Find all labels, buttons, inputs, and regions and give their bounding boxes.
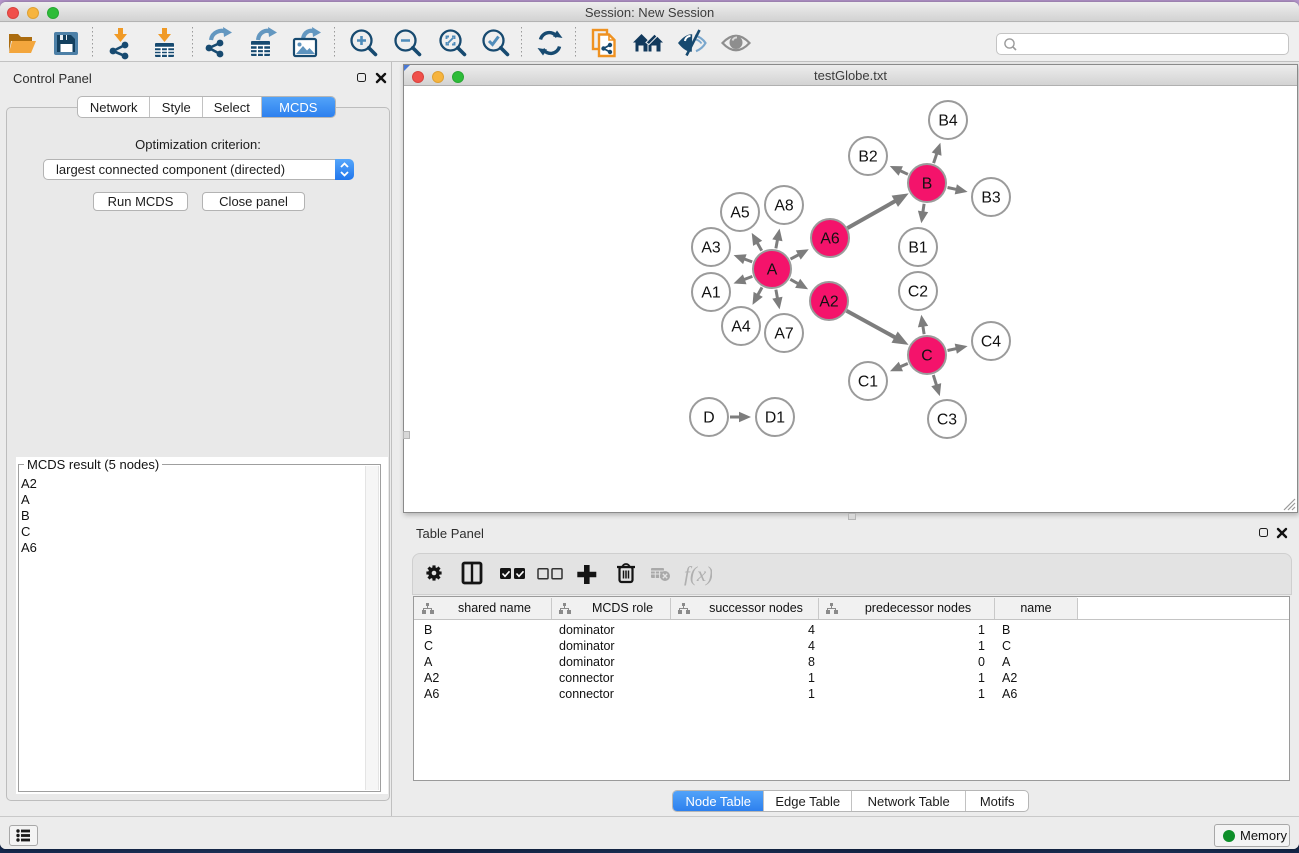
- svg-text:A6: A6: [820, 231, 840, 248]
- svg-text:A7: A7: [774, 326, 793, 343]
- svg-text:f(x): f(x): [684, 562, 712, 586]
- svg-text:B2: B2: [858, 149, 877, 166]
- svg-text:B3: B3: [981, 190, 1001, 207]
- svg-text:A: A: [767, 262, 778, 279]
- svg-text:B4: B4: [938, 113, 958, 130]
- svg-text:C3: C3: [937, 412, 957, 429]
- svg-text:C: C: [921, 348, 932, 365]
- svg-text:B: B: [922, 176, 933, 193]
- svg-text:A8: A8: [774, 198, 794, 215]
- svg-text:A5: A5: [730, 205, 750, 222]
- svg-text:A4: A4: [731, 319, 751, 336]
- svg-text:C2: C2: [908, 284, 928, 301]
- svg-text:A1: A1: [701, 285, 721, 302]
- svg-text:C4: C4: [981, 334, 1001, 351]
- svg-text:A3: A3: [701, 240, 721, 257]
- svg-text:D1: D1: [765, 410, 785, 427]
- svg-text:B1: B1: [908, 240, 928, 257]
- svg-text:C1: C1: [858, 374, 878, 391]
- svg-text:A2: A2: [819, 294, 838, 311]
- svg-text:D: D: [703, 410, 714, 427]
